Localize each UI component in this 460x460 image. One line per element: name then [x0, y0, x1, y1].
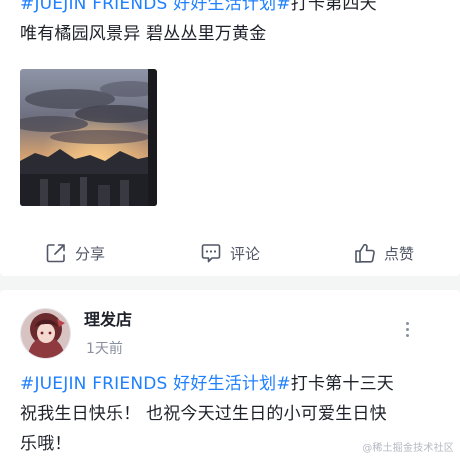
post-text-line-1: #JUEJIN FRIENDS 好好生活计划#打卡第四天 — [20, 0, 448, 19]
topic-link[interactable]: #JUEJIN FRIENDS 好好生活计划# — [20, 374, 291, 394]
post-text-fragment: 打卡第十三天 — [290, 374, 394, 394]
thumbs-up-icon — [355, 243, 375, 263]
watermark: @稀土掘金技术社区 — [362, 443, 454, 454]
sunset-photo-image — [20, 69, 157, 206]
topic-link[interactable]: #JUEJIN FRIENDS 好好生活计划# — [20, 0, 291, 14]
post-text-line-2: 唯有橘园风景异 碧丛丛里万黄金 — [20, 24, 267, 44]
like-label: 点赞 — [384, 244, 415, 263]
post-text-line-1: #JUEJIN FRIENDS 好好生活计划#打卡第十三天 — [20, 369, 448, 399]
post-text-line-2: 祝我生日快乐！ 也祝今天过生日的小可爱生日快 — [20, 404, 387, 424]
more-dot — [405, 321, 409, 325]
post-card-2: 理发店 1天前 #JUEJIN FRIENDS 好好生活计划#打卡第十三天 祝我… — [0, 290, 460, 460]
share-button[interactable]: 分享 — [45, 236, 105, 270]
post-text-fragment: 打卡第四天 — [290, 0, 377, 14]
comment-icon — [201, 244, 221, 263]
post-card-1: #JUEJIN FRIENDS 好好生活计划#打卡第四天 唯有橘园风景异 碧丛丛… — [0, 0, 460, 276]
author-name[interactable]: 理发店 — [84, 308, 132, 332]
more-dot — [405, 327, 409, 331]
more-vertical-icon[interactable] — [398, 317, 416, 341]
like-button[interactable]: 点赞 — [354, 236, 414, 270]
action-bar: 分享 评论 点赞 — [0, 236, 460, 270]
avatar[interactable] — [20, 308, 71, 359]
comment-label: 评论 — [230, 244, 261, 263]
share-icon — [46, 244, 65, 263]
avatar-image — [21, 309, 70, 358]
share-label: 分享 — [75, 244, 106, 263]
more-dot — [405, 333, 409, 337]
post-time: 1天前 — [86, 341, 123, 357]
post-photo[interactable] — [20, 69, 157, 206]
comment-button[interactable]: 评论 — [200, 236, 260, 270]
